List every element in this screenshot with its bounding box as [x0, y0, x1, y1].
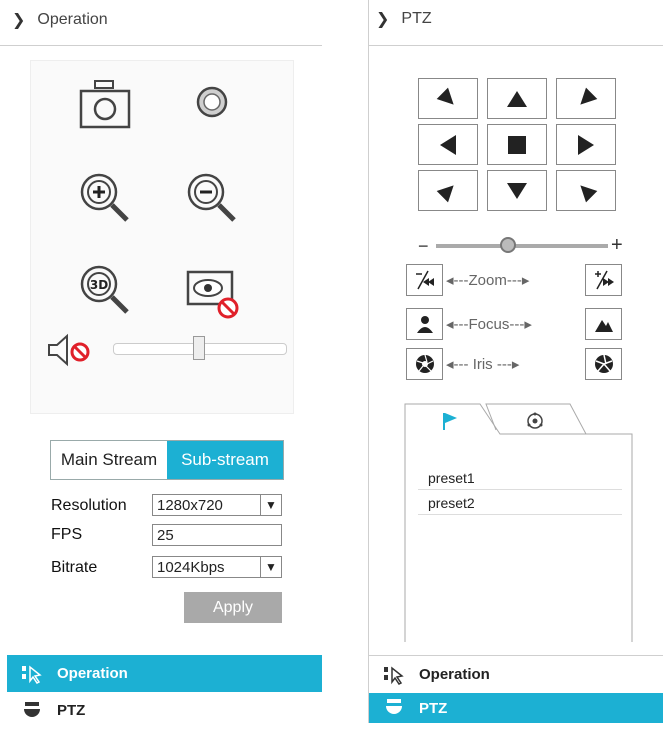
pan-down-left-button[interactable]	[418, 170, 478, 211]
speed-minus[interactable]: −	[418, 236, 429, 257]
cursor-icon	[7, 664, 57, 684]
divider	[0, 45, 322, 46]
chevron-right-icon: ❯	[12, 12, 26, 29]
zoom-indicator: ◂---Zoom---▸	[446, 272, 530, 289]
fps-value: 25	[157, 526, 174, 544]
nav-ptz[interactable]: PTZ	[7, 692, 322, 729]
speed-plus[interactable]: +	[611, 234, 623, 257]
zoom-in-button[interactable]	[585, 264, 622, 296]
fps-label: FPS	[51, 526, 83, 543]
fps-input[interactable]: 25	[152, 524, 282, 546]
apply-button[interactable]: Apply	[184, 592, 282, 623]
chevron-right-icon: ❯	[376, 11, 390, 28]
bitrate-select[interactable]: 1024Kbps ▼	[152, 556, 282, 578]
ptz-title: PTZ	[401, 10, 432, 27]
focus-indicator: ◂---Focus---▸	[446, 316, 532, 333]
dome-camera-icon	[7, 700, 57, 722]
pan-up-left-button[interactable]	[418, 78, 478, 119]
nav-operation-label: Operation	[57, 665, 128, 682]
cursor-icon	[369, 665, 419, 685]
nav-ptz[interactable]: PTZ	[369, 693, 663, 723]
operation-header[interactable]: ❯ Operation	[12, 10, 108, 30]
nav-ptz-label: PTZ	[419, 699, 448, 717]
pan-down-button[interactable]	[487, 170, 547, 211]
3d-zoom-icon[interactable]: 3D	[75, 260, 135, 320]
record-icon[interactable]	[182, 72, 242, 132]
focus-far-button[interactable]	[585, 308, 622, 340]
speed-slider-thumb[interactable]	[500, 237, 516, 253]
chevron-down-icon: ▼	[260, 557, 281, 577]
stop-button[interactable]	[487, 124, 547, 165]
cruise-tab[interactable]	[522, 410, 548, 432]
iris-label: Iris	[472, 356, 493, 373]
snapshot-icon[interactable]	[75, 75, 135, 135]
operation-title: Operation	[37, 11, 108, 28]
main-stream-button[interactable]: Main Stream	[51, 441, 167, 479]
privacy-mask-off-icon[interactable]	[182, 262, 242, 322]
pan-down-right-button[interactable]	[556, 170, 616, 211]
panel-border	[368, 0, 369, 723]
nav-operation[interactable]: Operation	[7, 655, 322, 692]
speed-slider[interactable]	[436, 244, 608, 248]
preset-item[interactable]: preset1	[418, 466, 622, 490]
dome-camera-icon	[369, 697, 419, 719]
nav-ptz-label: PTZ	[57, 702, 86, 719]
svg-text:3D: 3D	[90, 278, 108, 292]
audio-muted-icon[interactable]	[45, 330, 95, 370]
zoom-out-icon[interactable]	[182, 168, 242, 228]
ptz-header[interactable]: ❯ PTZ	[376, 9, 432, 29]
zoom-out-button[interactable]	[406, 264, 443, 296]
preset-tabs	[404, 403, 633, 642]
resolution-select[interactable]: 1280x720 ▼	[152, 494, 282, 516]
cruise-icon	[527, 412, 543, 429]
pan-right-button[interactable]	[556, 124, 616, 165]
pan-left-button[interactable]	[418, 124, 478, 165]
zoom-in-icon[interactable]	[75, 168, 135, 228]
volume-slider-thumb[interactable]	[193, 336, 205, 360]
focus-near-button[interactable]	[406, 308, 443, 340]
chevron-down-icon: ▼	[260, 495, 281, 515]
focus-label: Focus	[468, 316, 510, 333]
sub-stream-button[interactable]: Sub-stream	[167, 441, 283, 479]
bitrate-value: 1024Kbps	[157, 558, 225, 576]
iris-indicator: ◂--- Iris ---▸	[446, 356, 520, 373]
nav-operation[interactable]: Operation	[369, 656, 663, 693]
zoom-label: Zoom	[468, 272, 507, 289]
stream-toggle: Main Stream Sub-stream	[50, 440, 284, 480]
preset-tab[interactable]	[437, 410, 463, 432]
divider	[369, 45, 663, 46]
iris-close-button[interactable]	[406, 348, 443, 380]
pan-up-button[interactable]	[487, 78, 547, 119]
bitrate-label: Bitrate	[51, 559, 98, 576]
iris-open-button[interactable]	[585, 348, 622, 380]
flag-icon	[443, 413, 457, 430]
resolution-label: Resolution	[51, 497, 127, 514]
preset-item[interactable]: preset2	[418, 491, 622, 515]
resolution-value: 1280x720	[157, 496, 223, 514]
nav-operation-label: Operation	[419, 666, 490, 683]
pan-up-right-button[interactable]	[556, 78, 616, 119]
